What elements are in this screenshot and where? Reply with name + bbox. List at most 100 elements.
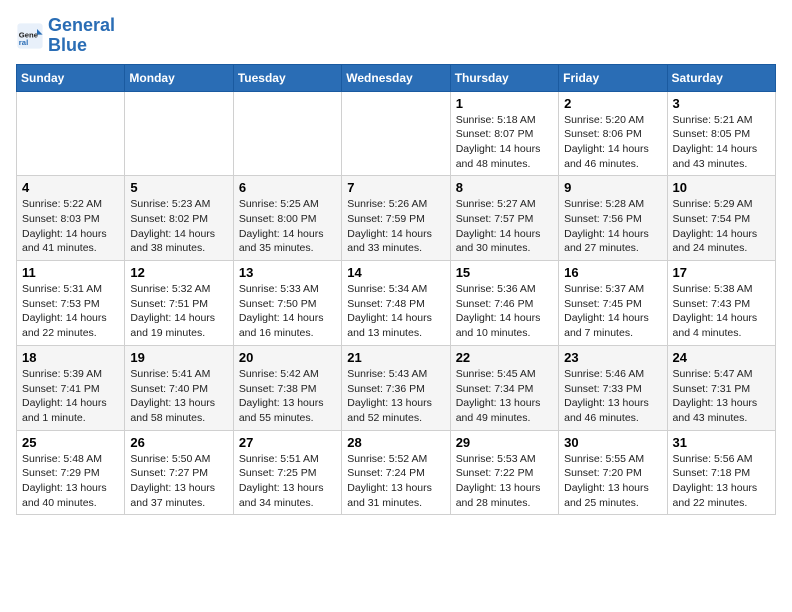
calendar-cell: 7 Sunrise: 5:26 AM Sunset: 7:59 PM Daylig… — [342, 176, 450, 261]
day-info: Sunrise: 5:56 AM Sunset: 7:18 PM Dayligh… — [673, 452, 770, 511]
calendar-cell: 23Sunrise: 5:46 AM Sunset: 7:33 PM Dayli… — [559, 345, 667, 430]
day-info: Sunrise: 5:22 AM Sunset: 8:03 PM Dayligh… — [22, 197, 119, 256]
calendar-cell: 10Sunrise: 5:29 AM Sunset: 7:54 PM Dayli… — [667, 176, 775, 261]
day-info: Sunrise: 5:41 AM Sunset: 7:40 PM Dayligh… — [130, 367, 227, 426]
col-header-thursday: Thursday — [450, 64, 558, 91]
calendar-table: SundayMondayTuesdayWednesdayThursdayFrid… — [16, 64, 776, 516]
calendar-body: 1Sunrise: 5:18 AM Sunset: 8:07 PM Daylig… — [17, 91, 776, 515]
calendar-cell: 20Sunrise: 5:42 AM Sunset: 7:38 PM Dayli… — [233, 345, 341, 430]
calendar-cell: 1Sunrise: 5:18 AM Sunset: 8:07 PM Daylig… — [450, 91, 558, 176]
day-info: Sunrise: 5:29 AM Sunset: 7:54 PM Dayligh… — [673, 197, 770, 256]
day-info: Sunrise: 5:33 AM Sunset: 7:50 PM Dayligh… — [239, 282, 336, 341]
calendar-cell: 21 Sunrise: 5:43 AM Sunset: 7:36 PM Dayli… — [342, 345, 450, 430]
calendar-cell: 6 Sunrise: 5:25 AM Sunset: 8:00 PM Daylig… — [233, 176, 341, 261]
day-number: 5 — [130, 180, 227, 195]
day-info: Sunrise: 5:18 AM Sunset: 8:07 PM Dayligh… — [456, 113, 553, 172]
calendar-cell: 8 Sunrise: 5:27 AM Sunset: 7:57 PM Daylig… — [450, 176, 558, 261]
day-number: 17 — [673, 265, 770, 280]
calendar-cell: 26Sunrise: 5:50 AM Sunset: 7:27 PM Dayli… — [125, 430, 233, 515]
calendar-cell: 19 Sunrise: 5:41 AM Sunset: 7:40 PM Dayli… — [125, 345, 233, 430]
day-number: 22 — [456, 350, 553, 365]
calendar-week-1: 1Sunrise: 5:18 AM Sunset: 8:07 PM Daylig… — [17, 91, 776, 176]
col-header-tuesday: Tuesday — [233, 64, 341, 91]
day-number: 8 — [456, 180, 553, 195]
day-number: 4 — [22, 180, 119, 195]
day-number: 13 — [239, 265, 336, 280]
calendar-cell — [342, 91, 450, 176]
logo: Gene ral General Blue — [16, 16, 115, 56]
day-info: Sunrise: 5:53 AM Sunset: 7:22 PM Dayligh… — [456, 452, 553, 511]
calendar-cell: 11Sunrise: 5:31 AM Sunset: 7:53 PM Dayli… — [17, 261, 125, 346]
day-number: 3 — [673, 96, 770, 111]
calendar-week-3: 11Sunrise: 5:31 AM Sunset: 7:53 PM Dayli… — [17, 261, 776, 346]
day-info: Sunrise: 5:25 AM Sunset: 8:00 PM Dayligh… — [239, 197, 336, 256]
calendar-cell: 14Sunrise: 5:34 AM Sunset: 7:48 PM Dayli… — [342, 261, 450, 346]
day-number: 7 — [347, 180, 444, 195]
day-number: 29 — [456, 435, 553, 450]
calendar-header: SundayMondayTuesdayWednesdayThursdayFrid… — [17, 64, 776, 91]
day-number: 21 — [347, 350, 444, 365]
day-number: 24 — [673, 350, 770, 365]
day-number: 26 — [130, 435, 227, 450]
day-info: Sunrise: 5:55 AM Sunset: 7:20 PM Dayligh… — [564, 452, 661, 511]
day-info: Sunrise: 5:26 AM Sunset: 7:59 PM Dayligh… — [347, 197, 444, 256]
calendar-cell — [233, 91, 341, 176]
day-info: Sunrise: 5:28 AM Sunset: 7:56 PM Dayligh… — [564, 197, 661, 256]
day-info: Sunrise: 5:27 AM Sunset: 7:57 PM Dayligh… — [456, 197, 553, 256]
day-info: Sunrise: 5:51 AM Sunset: 7:25 PM Dayligh… — [239, 452, 336, 511]
calendar-cell — [125, 91, 233, 176]
calendar-cell: 5 Sunrise: 5:23 AM Sunset: 8:02 PM Daylig… — [125, 176, 233, 261]
calendar-cell: 24 Sunrise: 5:47 AM Sunset: 7:31 PM Dayli… — [667, 345, 775, 430]
calendar-cell: 13 Sunrise: 5:33 AM Sunset: 7:50 PM Dayli… — [233, 261, 341, 346]
day-number: 6 — [239, 180, 336, 195]
calendar-cell: 29 Sunrise: 5:53 AM Sunset: 7:22 PM Dayli… — [450, 430, 558, 515]
col-header-friday: Friday — [559, 64, 667, 91]
day-number: 19 — [130, 350, 227, 365]
svg-text:ral: ral — [19, 38, 28, 47]
day-number: 12 — [130, 265, 227, 280]
day-info: Sunrise: 5:48 AM Sunset: 7:29 PM Dayligh… — [22, 452, 119, 511]
day-info: Sunrise: 5:45 AM Sunset: 7:34 PM Dayligh… — [456, 367, 553, 426]
calendar-cell: 3Sunrise: 5:21 AM Sunset: 8:05 PM Daylig… — [667, 91, 775, 176]
calendar-cell: 31 Sunrise: 5:56 AM Sunset: 7:18 PM Dayli… — [667, 430, 775, 515]
calendar-cell — [17, 91, 125, 176]
calendar-week-4: 18Sunrise: 5:39 AM Sunset: 7:41 PM Dayli… — [17, 345, 776, 430]
day-info: Sunrise: 5:32 AM Sunset: 7:51 PM Dayligh… — [130, 282, 227, 341]
col-header-saturday: Saturday — [667, 64, 775, 91]
day-number: 16 — [564, 265, 661, 280]
day-info: Sunrise: 5:31 AM Sunset: 7:53 PM Dayligh… — [22, 282, 119, 341]
day-info: Sunrise: 5:39 AM Sunset: 7:41 PM Dayligh… — [22, 367, 119, 426]
calendar-cell: 2Sunrise: 5:20 AM Sunset: 8:06 PM Daylig… — [559, 91, 667, 176]
day-info: Sunrise: 5:23 AM Sunset: 8:02 PM Dayligh… — [130, 197, 227, 256]
day-number: 15 — [456, 265, 553, 280]
day-number: 23 — [564, 350, 661, 365]
day-info: Sunrise: 5:43 AM Sunset: 7:36 PM Dayligh… — [347, 367, 444, 426]
calendar-cell: 16Sunrise: 5:37 AM Sunset: 7:45 PM Dayli… — [559, 261, 667, 346]
calendar-week-5: 25 Sunrise: 5:48 AM Sunset: 7:29 PM Dayli… — [17, 430, 776, 515]
day-info: Sunrise: 5:47 AM Sunset: 7:31 PM Dayligh… — [673, 367, 770, 426]
day-number: 9 — [564, 180, 661, 195]
calendar-cell: 12 Sunrise: 5:32 AM Sunset: 7:51 PM Dayli… — [125, 261, 233, 346]
day-number: 31 — [673, 435, 770, 450]
day-number: 27 — [239, 435, 336, 450]
calendar-cell: 28Sunrise: 5:52 AM Sunset: 7:24 PM Dayli… — [342, 430, 450, 515]
calendar-cell: 22 Sunrise: 5:45 AM Sunset: 7:34 PM Dayli… — [450, 345, 558, 430]
day-number: 25 — [22, 435, 119, 450]
col-header-wednesday: Wednesday — [342, 64, 450, 91]
calendar-cell: 18Sunrise: 5:39 AM Sunset: 7:41 PM Dayli… — [17, 345, 125, 430]
day-number: 30 — [564, 435, 661, 450]
col-header-sunday: Sunday — [17, 64, 125, 91]
calendar-cell: 30 Sunrise: 5:55 AM Sunset: 7:20 PM Dayli… — [559, 430, 667, 515]
day-info: Sunrise: 5:20 AM Sunset: 8:06 PM Dayligh… — [564, 113, 661, 172]
col-header-monday: Monday — [125, 64, 233, 91]
days-row: SundayMondayTuesdayWednesdayThursdayFrid… — [17, 64, 776, 91]
day-info: Sunrise: 5:52 AM Sunset: 7:24 PM Dayligh… — [347, 452, 444, 511]
day-number: 14 — [347, 265, 444, 280]
calendar-week-2: 4 Sunrise: 5:22 AM Sunset: 8:03 PM Daylig… — [17, 176, 776, 261]
day-number: 20 — [239, 350, 336, 365]
calendar-cell: 9 Sunrise: 5:28 AM Sunset: 7:56 PM Daylig… — [559, 176, 667, 261]
day-info: Sunrise: 5:36 AM Sunset: 7:46 PM Dayligh… — [456, 282, 553, 341]
day-info: Sunrise: 5:38 AM Sunset: 7:43 PM Dayligh… — [673, 282, 770, 341]
calendar-cell: 27 Sunrise: 5:51 AM Sunset: 7:25 PM Dayli… — [233, 430, 341, 515]
logo-text-line1: General — [48, 16, 115, 36]
